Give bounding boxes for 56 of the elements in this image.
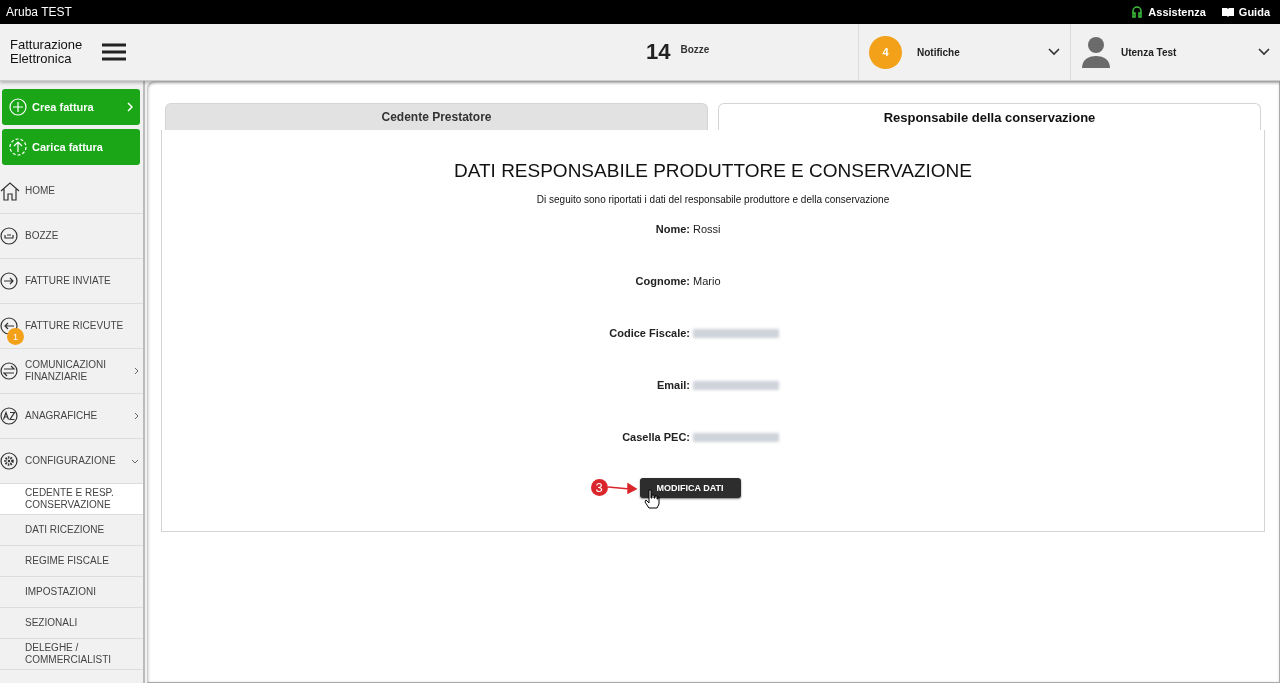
chevron-right-icon <box>134 412 139 420</box>
menu-icon[interactable] <box>102 43 126 61</box>
hand-cursor-icon <box>643 489 660 509</box>
chevron-down-icon[interactable] <box>1048 48 1060 56</box>
tab[interactable]: Responsabile della conservazione <box>718 103 1261 130</box>
gear-circle-icon <box>0 452 18 470</box>
drafts-count: 14 <box>646 39 671 65</box>
chevron-right-icon <box>134 367 139 375</box>
tab[interactable]: Cedente Prestatore <box>165 103 708 130</box>
plus-circle-icon <box>9 98 27 116</box>
sidebar-item[interactable]: ANAGRAFICHE <box>0 394 143 439</box>
sidebar-item[interactable]: HOME <box>0 169 143 214</box>
chevron-right-icon <box>127 102 133 112</box>
count-badge: 1 <box>7 328 24 345</box>
app-title: Aruba TEST <box>6 5 72 19</box>
book-icon <box>1221 7 1234 17</box>
drafts-label[interactable]: Bozze <box>680 43 710 55</box>
home-icon <box>0 181 20 201</box>
header-link[interactable]: Assistenza <box>1131 6 1206 18</box>
upload-circle-icon <box>9 138 27 156</box>
sidebar-subitem[interactable]: DELEGHE / COMMERCIALISTI <box>0 639 143 670</box>
app-logo: Fatturazione Elettronica <box>10 38 84 66</box>
notifications-label[interactable]: Notifiche <box>917 46 1033 58</box>
step-marker: 3 <box>590 479 608 496</box>
sidebar-subitem[interactable]: SEZIONALI <box>0 608 143 639</box>
sidebar-item[interactable]: 1 FATTURE RICEVUTE <box>0 304 143 349</box>
field-value: Rossi <box>693 223 721 237</box>
edit-data-button[interactable]: MODIFICA DATI <box>639 478 741 498</box>
header-link[interactable]: Guida <box>1221 6 1270 18</box>
headset-icon <box>1131 6 1144 18</box>
sidebar-subitem[interactable]: DATI RICEZIONE <box>0 515 143 546</box>
user-name[interactable]: Utenza Test <box>1121 46 1248 58</box>
sidebar-item[interactable]: COMUNICAZIONI FINANZIARIE <box>0 349 143 394</box>
section-heading: DATI RESPONSABILE PRODUTTORE E CONSERVAZIONE <box>454 160 972 182</box>
field-label: Codice Fiscale: <box>608 327 691 341</box>
notification-count-badge: 4 <box>869 35 902 69</box>
field-label: Casella PEC: <box>621 431 691 445</box>
annotation-arrow <box>607 481 638 494</box>
field-label: Cognome: <box>634 275 691 289</box>
sidebar-subitem[interactable]: IMPOSTAZIONI <box>0 577 143 608</box>
field-label: Email: <box>656 379 691 393</box>
arrow-left-circle-icon <box>0 317 18 335</box>
az-circle-icon <box>0 407 18 425</box>
field-label: Nome: <box>654 223 691 237</box>
sidebar-item[interactable]: BOZZE <box>0 214 143 259</box>
chevron-down-icon[interactable] <box>1258 48 1270 56</box>
chevron-down-icon <box>131 458 139 464</box>
user-silhouette-icon <box>1081 36 1111 68</box>
tray-circle-icon <box>0 227 18 245</box>
section-description: Di seguito sono riportati i dati del responsabile produttore e della conservazione <box>536 194 890 205</box>
sidebar-subitem[interactable]: REGIME FISCALE <box>0 546 143 577</box>
arrow-right-circle-icon <box>0 272 18 290</box>
exchange-circle-icon <box>0 362 18 380</box>
field-value: Mario <box>693 275 721 289</box>
sidebar-subitem[interactable]: CEDENTE E RESP. CONSERVAZIONE <box>0 484 143 515</box>
sidebar-item[interactable]: FATTURE INVIATE <box>0 259 143 304</box>
